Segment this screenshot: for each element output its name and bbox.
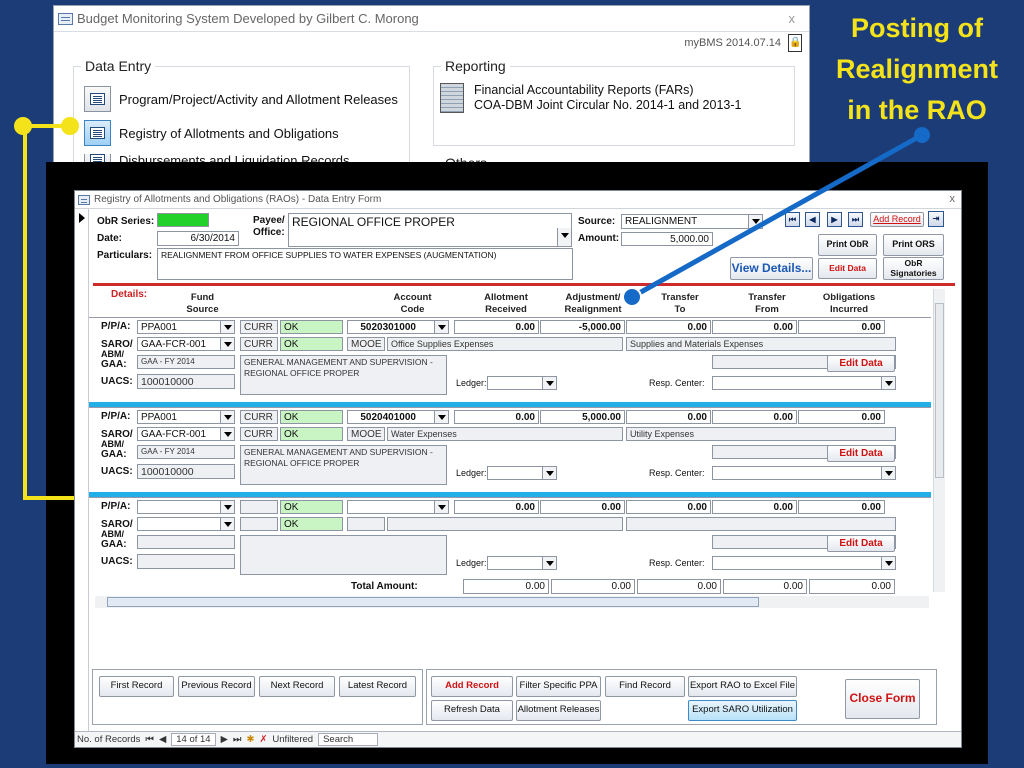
blue-connector <box>622 127 930 307</box>
blue-dot-column <box>622 287 642 307</box>
blue-connector-line <box>630 132 924 300</box>
blue-dot-headline <box>914 127 930 143</box>
